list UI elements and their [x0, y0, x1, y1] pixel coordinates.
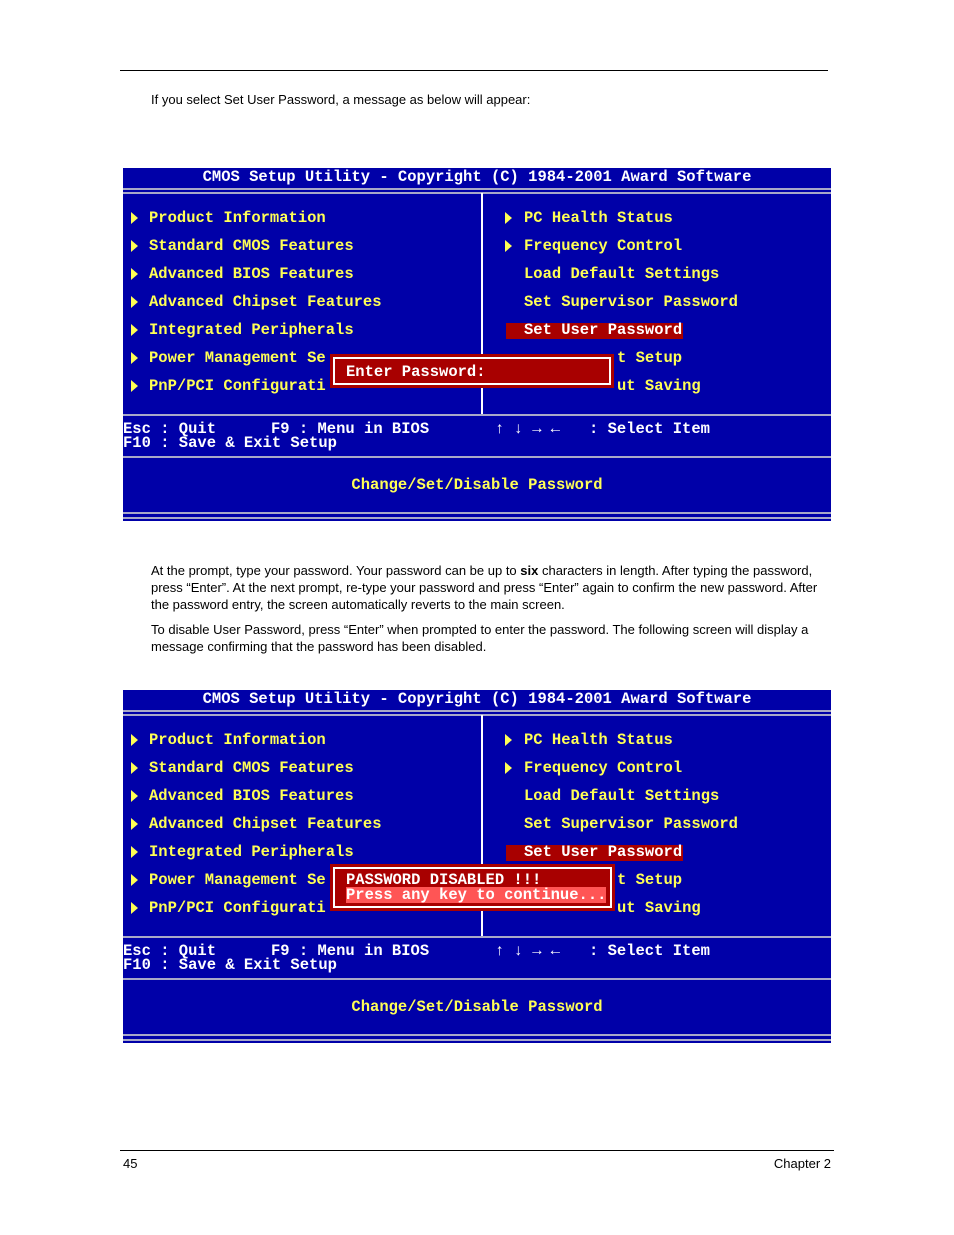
- menu-item[interactable]: Set Supervisor Password: [524, 294, 738, 310]
- menu-item[interactable]: Load Default Settings: [524, 788, 719, 804]
- menu-item[interactable]: Standard CMOS Features: [149, 238, 354, 254]
- triangle-right-icon: [131, 818, 138, 830]
- emphasis-six: six: [520, 563, 539, 578]
- menu-item[interactable]: Frequency Control: [524, 760, 682, 776]
- menu-item[interactable]: PnP/PCI Configurati: [149, 900, 326, 916]
- triangle-right-icon: [131, 846, 138, 858]
- divider: [123, 1034, 831, 1036]
- header-rule: [120, 70, 828, 71]
- manual-page: If you select Set User Password, a messa…: [0, 0, 954, 1235]
- instructions-paragraph: At the prompt, type your password. Your …: [151, 562, 821, 613]
- menu-item[interactable]: Product Information: [149, 732, 326, 748]
- text: At the prompt, type your password. Your …: [151, 563, 521, 578]
- triangle-right-icon: [131, 212, 138, 224]
- menu-item[interactable]: PC Health Status: [524, 732, 673, 748]
- divider: [123, 978, 831, 980]
- menu-item[interactable]: ut Saving: [617, 378, 701, 394]
- triangle-right-icon: [131, 762, 138, 774]
- menu-item[interactable]: Advanced BIOS Features: [149, 788, 354, 804]
- key-help-arrows: ↑ ↓ → ←: [495, 420, 561, 438]
- divider: [123, 188, 831, 190]
- bios-title: CMOS Setup Utility - Copyright (C) 1984-…: [202, 168, 752, 186]
- triangle-right-icon: [505, 240, 512, 252]
- menu-item[interactable]: Advanced BIOS Features: [149, 266, 354, 282]
- popup-dialog: Enter Password:: [330, 354, 614, 388]
- divider: [123, 517, 831, 519]
- footer-rule: [120, 1150, 834, 1151]
- triangle-right-icon: [131, 352, 138, 364]
- triangle-right-icon: [505, 734, 512, 746]
- disable-paragraph: To disable User Password, press “Enter” …: [151, 622, 809, 654]
- key-help-select: : Select Item: [589, 942, 710, 960]
- menu-item[interactable]: t Setup: [617, 872, 682, 888]
- divider: [123, 456, 831, 458]
- bios-screen-password-disabled: CMOS Setup Utility - Copyright (C) 1984-…: [123, 690, 831, 1043]
- triangle-right-icon: [131, 380, 138, 392]
- help-text: Change/Set/Disable Password: [351, 998, 603, 1016]
- page-number: 45: [123, 1156, 138, 1171]
- popup-dialog: PASSWORD DISABLED !!! Press any key to co…: [330, 864, 615, 911]
- menu-item[interactable]: Integrated Peripherals: [149, 844, 354, 860]
- key-help-select: : Select Item: [589, 420, 710, 438]
- key-help-f10: F10 : Save & Exit Setup: [123, 434, 337, 452]
- menu-item[interactable]: ut Saving: [617, 900, 701, 916]
- menu-item[interactable]: Power Management Se: [149, 872, 326, 888]
- bios-title: CMOS Setup Utility - Copyright (C) 1984-…: [202, 690, 752, 708]
- triangle-right-icon: [131, 240, 138, 252]
- menu-item-selected[interactable]: Set User Password: [524, 844, 682, 860]
- popup-message: Enter Password:: [346, 363, 486, 381]
- triangle-right-icon: [131, 790, 138, 802]
- menu-item[interactable]: Power Management Se: [149, 350, 326, 366]
- triangle-right-icon: [505, 762, 512, 774]
- triangle-right-icon: [131, 734, 138, 746]
- triangle-right-icon: [505, 212, 512, 224]
- key-help-f10: F10 : Save & Exit Setup: [123, 956, 337, 974]
- divider: [123, 1039, 831, 1041]
- menu-item[interactable]: Load Default Settings: [524, 266, 719, 282]
- help-text: Change/Set/Disable Password: [351, 476, 603, 494]
- menu-item[interactable]: t Setup: [617, 350, 682, 366]
- menu-item[interactable]: Advanced Chipset Features: [149, 294, 382, 310]
- menu-item[interactable]: Advanced Chipset Features: [149, 816, 382, 832]
- divider: [123, 936, 831, 938]
- divider: [123, 414, 831, 416]
- divider: [123, 710, 831, 712]
- menu-item[interactable]: Integrated Peripherals: [149, 322, 354, 338]
- triangle-right-icon: [131, 268, 138, 280]
- menu-item-selected[interactable]: Set User Password: [524, 322, 682, 338]
- menu-item[interactable]: Set Supervisor Password: [524, 816, 738, 832]
- divider: [123, 714, 831, 716]
- menu-item[interactable]: Product Information: [149, 210, 326, 226]
- menu-item[interactable]: PC Health Status: [524, 210, 673, 226]
- intro-text: If you select Set User Password, a messa…: [151, 92, 531, 107]
- triangle-right-icon: [131, 874, 138, 886]
- menu-item[interactable]: PnP/PCI Configurati: [149, 378, 326, 394]
- triangle-right-icon: [131, 902, 138, 914]
- menu-item[interactable]: Frequency Control: [524, 238, 682, 254]
- menu-item[interactable]: Standard CMOS Features: [149, 760, 354, 776]
- popup-prompt: Press any key to continue...: [346, 886, 607, 904]
- triangle-right-icon: [131, 324, 138, 336]
- triangle-right-icon: [131, 296, 138, 308]
- bios-screen-enter-password: CMOS Setup Utility - Copyright (C) 1984-…: [123, 168, 831, 521]
- divider: [123, 192, 831, 194]
- divider: [123, 512, 831, 514]
- chapter-label: Chapter 2: [773, 1156, 831, 1171]
- key-help-arrows: ↑ ↓ → ←: [495, 942, 561, 960]
